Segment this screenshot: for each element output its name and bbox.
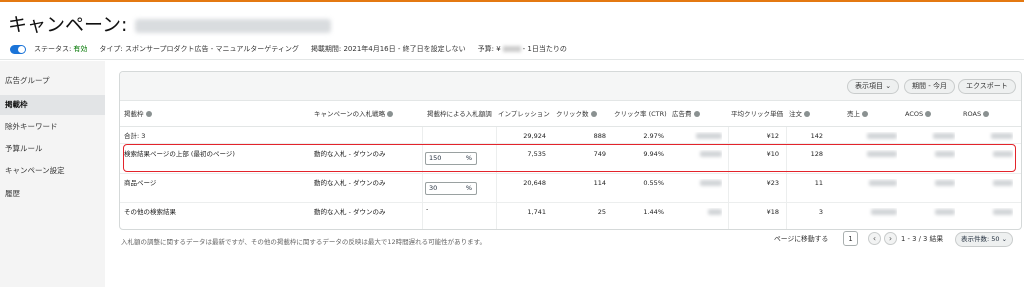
total-roas-redacted: [963, 132, 1013, 142]
highlight-box: [123, 144, 1016, 172]
bid-adjustment-input[interactable]: 30 %: [425, 182, 477, 195]
page-title-text: キャンペーン:: [8, 14, 128, 36]
col-header-spend[interactable]: 広告費: [672, 101, 726, 127]
total-ctr: 2.97%: [643, 132, 664, 140]
campaign-status-toggle[interactable]: [10, 44, 26, 54]
table-total-row: 合計: 3 29,924 888 2.97% ¥12 142: [120, 127, 1021, 144]
page-number-input[interactable]: 1: [843, 231, 858, 246]
prev-page-icon[interactable]: ‹: [868, 232, 881, 245]
impressions: 20,648: [523, 179, 546, 187]
col-header-orders[interactable]: 注文: [789, 101, 829, 127]
table-row: その他の検索結果 動的な入札 - ダウンのみ - 1,741 25 1.44% …: [120, 203, 1021, 229]
cpc: ¥23: [766, 179, 779, 187]
info-icon: [387, 111, 394, 117]
next-page-icon[interactable]: ›: [884, 232, 897, 245]
status-label: ステータス:: [34, 45, 72, 53]
roas-redacted: [963, 179, 1013, 189]
placement-name: その他の検索結果: [124, 208, 176, 216]
info-icon: [804, 111, 810, 117]
sidebar-item-budget-rules[interactable]: 予算ルール: [0, 139, 105, 159]
info-icon: [145, 111, 152, 117]
col-header-ctr[interactable]: クリック率 (CTR): [614, 101, 670, 127]
info-icon: [693, 111, 700, 117]
clicks: 25: [597, 208, 606, 216]
chevron-down-icon: ⌄: [885, 82, 892, 90]
date-range-button[interactable]: 期間 - 今月: [904, 79, 955, 94]
chevron-down-icon: ⌄: [1001, 235, 1008, 243]
budget-redacted: [502, 46, 521, 52]
col-header-impressions[interactable]: インプレッション: [498, 101, 556, 127]
sidebar-item-history[interactable]: 履歴: [0, 184, 105, 204]
sidebar-item-placements[interactable]: 掲載枠: [0, 95, 105, 115]
orders: 11: [814, 179, 823, 187]
campaign-type: タイプ: スポンサープロダクト広告 - マニュアルターゲティング: [99, 45, 299, 53]
spend-redacted: [672, 208, 722, 218]
total-cpc: ¥12: [766, 132, 779, 140]
total-label: 合計: 3: [124, 132, 146, 140]
sidebar-item-ad-groups[interactable]: 広告グループ: [0, 71, 105, 91]
sales-redacted: [847, 208, 897, 218]
ctr: 0.55%: [643, 179, 664, 187]
col-header-bid-adjustment[interactable]: 掲載枠による入札額調: [427, 101, 498, 127]
table-toolbar: 表示項目 ⌄ 期間 - 今月 エクスポート: [120, 72, 1021, 101]
orders: 3: [818, 208, 823, 216]
table-row: 商品ページ 動的な入札 - ダウンのみ 30 % 20,648 114 0.55…: [120, 174, 1021, 203]
total-impressions: 29,924: [523, 132, 546, 140]
budget-prefix: 予算: ¥: [477, 45, 501, 53]
cpc: ¥18: [766, 208, 779, 216]
info-icon: [862, 111, 868, 117]
columns-button[interactable]: 表示項目 ⌄: [847, 79, 900, 94]
info-icon: [925, 111, 932, 117]
col-header-clicks[interactable]: クリック数: [556, 101, 612, 127]
total-clicks: 888: [593, 132, 606, 140]
col-header-acos[interactable]: ACOS: [905, 101, 955, 127]
status-badge: 有効: [73, 45, 88, 53]
bid-strategy: 動的な入札 - ダウンのみ: [314, 208, 386, 216]
col-header-sales[interactable]: 売上: [847, 101, 897, 127]
per-page-label: 表示件数: 50: [961, 235, 1000, 243]
col-header-roas[interactable]: ROAS: [963, 101, 1013, 127]
sales-redacted: [847, 179, 897, 189]
spend-redacted: [672, 179, 722, 189]
page-title: キャンペーン:: [8, 10, 332, 37]
ctr: 1.44%: [643, 208, 664, 216]
result-range: 1 - 3 / 3 結果: [901, 235, 944, 243]
acos-redacted: [905, 179, 955, 189]
col-header-placement[interactable]: 掲載枠: [124, 101, 304, 127]
percent-suffix: %: [465, 184, 472, 192]
info-icon: [983, 111, 990, 117]
sidebar: 広告グループ 掲載枠 除外キーワード 予算ルール キャンペーン設定 履歴: [0, 61, 105, 287]
total-acos-redacted: [905, 132, 955, 142]
total-sales-redacted: [847, 132, 897, 142]
campaign-period: 掲載期間: 2021年4月16日 - 終了日を設定しない: [310, 45, 466, 53]
roas-redacted: [963, 208, 1013, 218]
col-header-strategy[interactable]: キャンペーンの入札戦略: [314, 101, 422, 127]
total-orders: 142: [810, 132, 823, 140]
placement-name: 商品ページ: [124, 179, 157, 187]
data-delay-note: 入札額の調整に関するデータは最新ですが、その他の掲載枠に関するデータの反映は最大…: [121, 238, 486, 246]
bid-strategy: 動的な入札 - ダウンのみ: [314, 179, 386, 187]
total-spend-redacted: [672, 132, 722, 142]
campaign-meta: ステータス: 有効 タイプ: スポンサープロダクト広告 - マニュアルターゲティ…: [10, 43, 567, 55]
bid-adjustment-value: -: [426, 205, 429, 213]
col-header-cpc[interactable]: 平均クリック単価: [731, 101, 788, 127]
table-header: 掲載枠 キャンペーンの入札戦略 掲載枠による入札額調 インプレッション クリック…: [120, 101, 1021, 127]
bid-adjustment-value: 30: [429, 184, 438, 192]
clicks: 114: [593, 179, 606, 187]
columns-button-label: 表示項目: [855, 82, 883, 90]
per-page-select[interactable]: 表示件数: 50 ⌄: [955, 232, 1014, 247]
impressions: 1,741: [527, 208, 546, 216]
goto-page-label: ページに移動する: [774, 235, 829, 243]
acos-redacted: [905, 208, 955, 218]
sidebar-item-campaign-settings[interactable]: キャンペーン設定: [0, 161, 105, 181]
info-icon: [590, 111, 597, 117]
campaign-header: キャンペーン: ステータス: 有効 タイプ: スポンサープロダクト広告 - マニ…: [0, 2, 1024, 60]
export-button[interactable]: エクスポート: [958, 79, 1016, 94]
budget-suffix: - 1日当たりの: [522, 45, 567, 53]
campaign-name-redacted: [135, 18, 332, 33]
sidebar-item-negative-keywords[interactable]: 除外キーワード: [0, 117, 105, 137]
